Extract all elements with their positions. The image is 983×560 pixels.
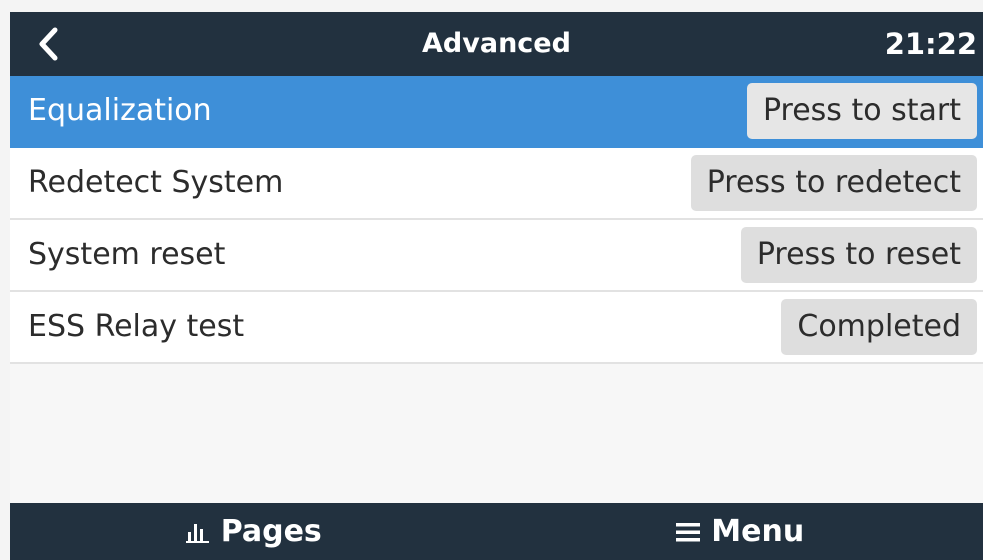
- row-label: ESS Relay test: [28, 309, 245, 344]
- row-label: Equalization: [28, 93, 212, 128]
- equalization-start-button[interactable]: Press to start: [746, 83, 977, 139]
- bar-chart-icon: [185, 520, 211, 544]
- row-label: System reset: [28, 237, 226, 272]
- pages-label: Pages: [220, 514, 322, 549]
- page-title: Advanced: [422, 28, 571, 59]
- relay-test-status-button[interactable]: Completed: [781, 299, 977, 355]
- menu-button[interactable]: Menu: [497, 503, 983, 560]
- settings-list: Equalization Press to start Redetect Sys…: [10, 76, 983, 503]
- hamburger-menu-icon: [675, 521, 701, 543]
- list-item-ess-relay-test[interactable]: ESS Relay test Completed: [10, 292, 983, 364]
- redetect-button[interactable]: Press to redetect: [690, 155, 977, 211]
- footer-bar: Pages Menu: [10, 503, 983, 560]
- reset-button[interactable]: Press to reset: [740, 227, 977, 283]
- row-label: Redetect System: [28, 165, 284, 200]
- menu-label: Menu: [711, 514, 805, 549]
- list-item-equalization[interactable]: Equalization Press to start: [10, 76, 983, 148]
- header-bar: Advanced 21:22: [10, 12, 983, 76]
- pages-button[interactable]: Pages: [10, 503, 497, 560]
- clock: 21:22: [884, 27, 977, 61]
- advanced-screen: Advanced 21:22 Equalization Press to sta…: [0, 0, 983, 560]
- list-item-redetect-system[interactable]: Redetect System Press to redetect: [10, 148, 983, 220]
- list-item-system-reset[interactable]: System reset Press to reset: [10, 220, 983, 292]
